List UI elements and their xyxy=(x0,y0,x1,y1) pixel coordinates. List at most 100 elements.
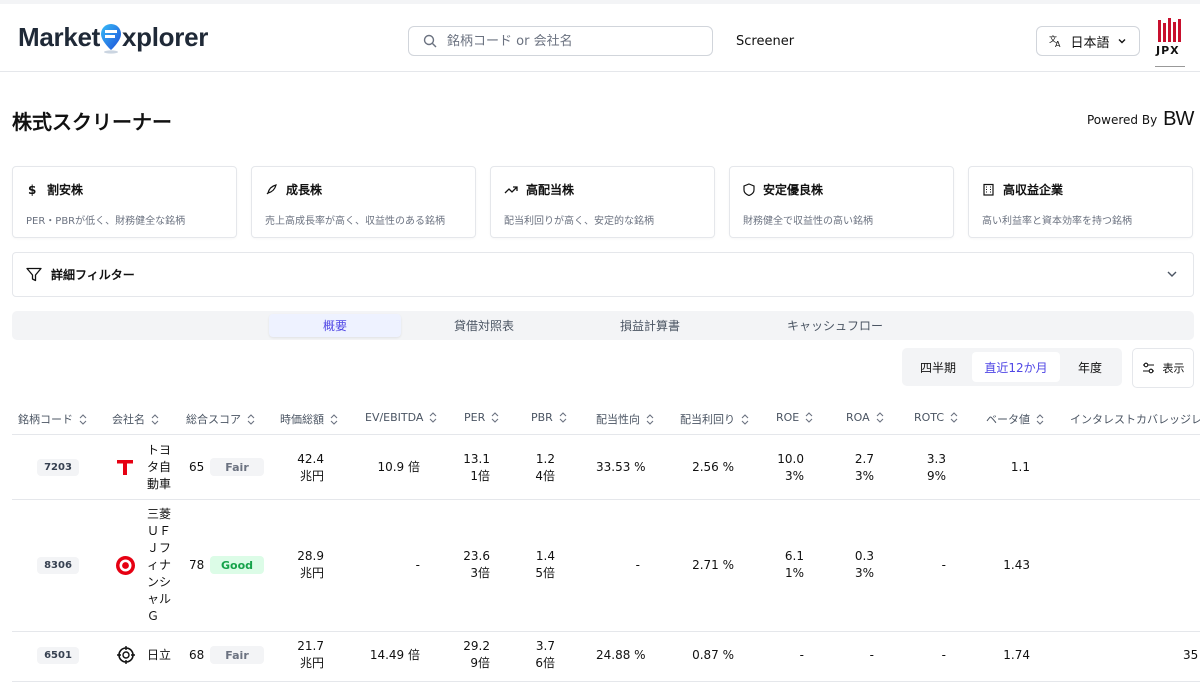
column-header-code[interactable]: 銘柄コード xyxy=(18,411,87,427)
tab-balance-sheet[interactable]: 貸借対照表 xyxy=(418,314,550,337)
column-header-label: PER xyxy=(464,411,486,424)
ev-ebitda-value: - xyxy=(415,558,420,572)
sort-icon xyxy=(330,413,338,425)
rocket-icon xyxy=(266,184,277,195)
preset-card-value[interactable]: $ 割安株 PER・PBRが低く、財務健全な銘柄 xyxy=(12,166,237,238)
sort-icon xyxy=(430,412,437,423)
preset-card-title: 高配当株 xyxy=(526,183,575,197)
tab-cash-flow[interactable]: キャッシュフロー xyxy=(769,314,901,337)
column-header-roa[interactable]: ROA xyxy=(846,411,884,424)
row-divider xyxy=(12,631,1200,632)
payout-ratio-value: - xyxy=(635,558,640,572)
per-value: 13.11倍 xyxy=(463,452,490,483)
column-header-payout[interactable]: 配当性向 xyxy=(596,411,654,427)
beta-value: 1.1 xyxy=(1010,460,1030,474)
market-cap-value: 28.9兆円 xyxy=(297,549,324,580)
column-header-label: EV/EBITDA xyxy=(365,411,424,424)
interest-coverage-value: 35 xyxy=(1183,648,1199,662)
column-header-label: インタレストカバレッジレシ xyxy=(1070,413,1200,426)
svg-text:$: $ xyxy=(28,183,36,196)
column-header-ev-ebitda[interactable]: EV/EBITDA xyxy=(365,411,437,424)
search-box[interactable] xyxy=(408,26,713,56)
column-header-rotc[interactable]: ROTC xyxy=(914,411,958,424)
translate-icon: 文A xyxy=(1049,34,1061,48)
detail-filter-toggle[interactable]: 詳細フィルター xyxy=(12,252,1194,297)
preset-card-stable[interactable]: 安定優良株 財務健全で収益性の高い銘柄 xyxy=(729,166,954,238)
filter-icon xyxy=(26,267,42,282)
market-cap-value: 42.4兆円 xyxy=(297,452,324,483)
column-header-label: 配当利回り xyxy=(680,413,735,426)
column-display-button[interactable]: 表示 xyxy=(1132,348,1194,388)
sort-icon xyxy=(151,413,159,425)
ev-ebitda-value: 10.9 倍 xyxy=(377,460,420,474)
preset-card-high-dividend[interactable]: 高配当株 配当利回りが高く、安定的な銘柄 xyxy=(490,166,715,238)
chevron-down-icon xyxy=(1167,271,1177,277)
tab-income-statement[interactable]: 損益計算書 xyxy=(584,314,716,337)
jpx-text: JPX xyxy=(1156,44,1180,57)
roe-value: 10.03% xyxy=(777,452,804,483)
language-label: 日本語 xyxy=(1070,35,1110,51)
payout-ratio-value: 33.53 % xyxy=(596,460,646,474)
jpx-logo[interactable]: JPX xyxy=(1150,18,1190,70)
rotc-value: - xyxy=(941,648,946,662)
tab-overview[interactable]: 概要 xyxy=(269,314,401,337)
dividend-yield-value: 2.56 % xyxy=(692,460,734,474)
sort-icon xyxy=(79,413,87,425)
column-header-score[interactable]: 総合スコア xyxy=(186,411,255,427)
sort-icon xyxy=(805,412,813,423)
column-header-roe[interactable]: ROE xyxy=(776,411,813,424)
period-ttm[interactable]: 直近12か月 xyxy=(972,352,1060,382)
header-divider xyxy=(12,434,1200,435)
search-input[interactable] xyxy=(447,33,687,49)
pbr-value: 3.76倍 xyxy=(535,639,555,670)
stock-code-badge: 6501 xyxy=(37,647,79,664)
column-header-interest-coverage[interactable]: インタレストカバレッジレシ xyxy=(1070,411,1200,427)
company-name[interactable]: トヨタ自動車 xyxy=(147,442,173,493)
top-header: Market xplorer Screener 文A 日本語 xyxy=(0,0,1200,72)
column-header-beta[interactable]: ベータ値 xyxy=(986,411,1044,427)
company-name[interactable]: 日立 xyxy=(147,647,171,664)
roe-value: 6.11% xyxy=(784,549,804,580)
column-header-label: ROE xyxy=(776,411,800,424)
nav-screener-link[interactable]: Screener xyxy=(736,34,794,49)
preset-card-growth[interactable]: 成長株 売上高成長率が高く、収益性のある銘柄 xyxy=(251,166,476,238)
column-header-label: 銘柄コード xyxy=(18,413,73,426)
column-header-pbr[interactable]: PBR xyxy=(531,411,567,424)
shield-icon xyxy=(743,183,755,196)
column-header-company[interactable]: 会社名 xyxy=(112,411,159,427)
sort-icon xyxy=(491,412,499,423)
language-select[interactable]: 文A 日本語 xyxy=(1036,26,1140,56)
market-explorer-logo[interactable]: Market xplorer xyxy=(18,22,208,54)
statement-tabs: 概要 貸借対照表 損益計算書 キャッシュフロー xyxy=(12,311,1194,340)
preset-card-desc: 財務健全で収益性の高い銘柄 xyxy=(743,216,873,227)
score-grade-badge: Fair xyxy=(210,646,264,664)
column-header-label: ROTC xyxy=(914,411,945,424)
chevron-down-icon xyxy=(1118,39,1125,44)
powered-by: Powered By BW xyxy=(1087,108,1194,131)
preset-card-high-profit[interactable]: 高収益企業 高い利益率と資本効率を持つ銘柄 xyxy=(968,166,1193,238)
market-cap-value: 21.7兆円 xyxy=(297,639,324,670)
search-icon xyxy=(423,34,437,48)
dollar-icon: $ xyxy=(28,183,36,196)
rotc-value: - xyxy=(941,558,946,572)
company-name[interactable]: 三菱ＵＦＪフィナンシャルＧ xyxy=(147,506,173,625)
preset-card-desc: 売上高成長率が高く、収益性のある銘柄 xyxy=(265,216,445,227)
column-header-label: 時価総額 xyxy=(280,413,324,426)
column-header-per[interactable]: PER xyxy=(464,411,499,424)
column-header-market-cap[interactable]: 時価総額 xyxy=(280,411,338,427)
ev-ebitda-value: 14.49 倍 xyxy=(369,648,420,662)
beta-value: 1.74 xyxy=(1003,648,1030,662)
column-header-yield[interactable]: 配当利回り xyxy=(680,411,749,427)
column-header-label: ベータ値 xyxy=(986,413,1030,426)
pbr-value: 1.24倍 xyxy=(535,452,555,483)
preset-card-desc: PER・PBRが低く、財務健全な銘柄 xyxy=(26,216,186,227)
row-divider xyxy=(12,499,1200,500)
toyota-logo-icon xyxy=(117,460,133,475)
logo-text-market: Market xyxy=(18,22,101,52)
building-icon xyxy=(983,183,994,196)
period-annual[interactable]: 年度 xyxy=(1062,352,1118,382)
total-score: 78 xyxy=(189,558,205,572)
powered-by-label: Powered By xyxy=(1087,112,1158,127)
dividend-yield-value: 2.71 % xyxy=(692,558,734,572)
period-quarterly[interactable]: 四半期 xyxy=(906,352,970,382)
